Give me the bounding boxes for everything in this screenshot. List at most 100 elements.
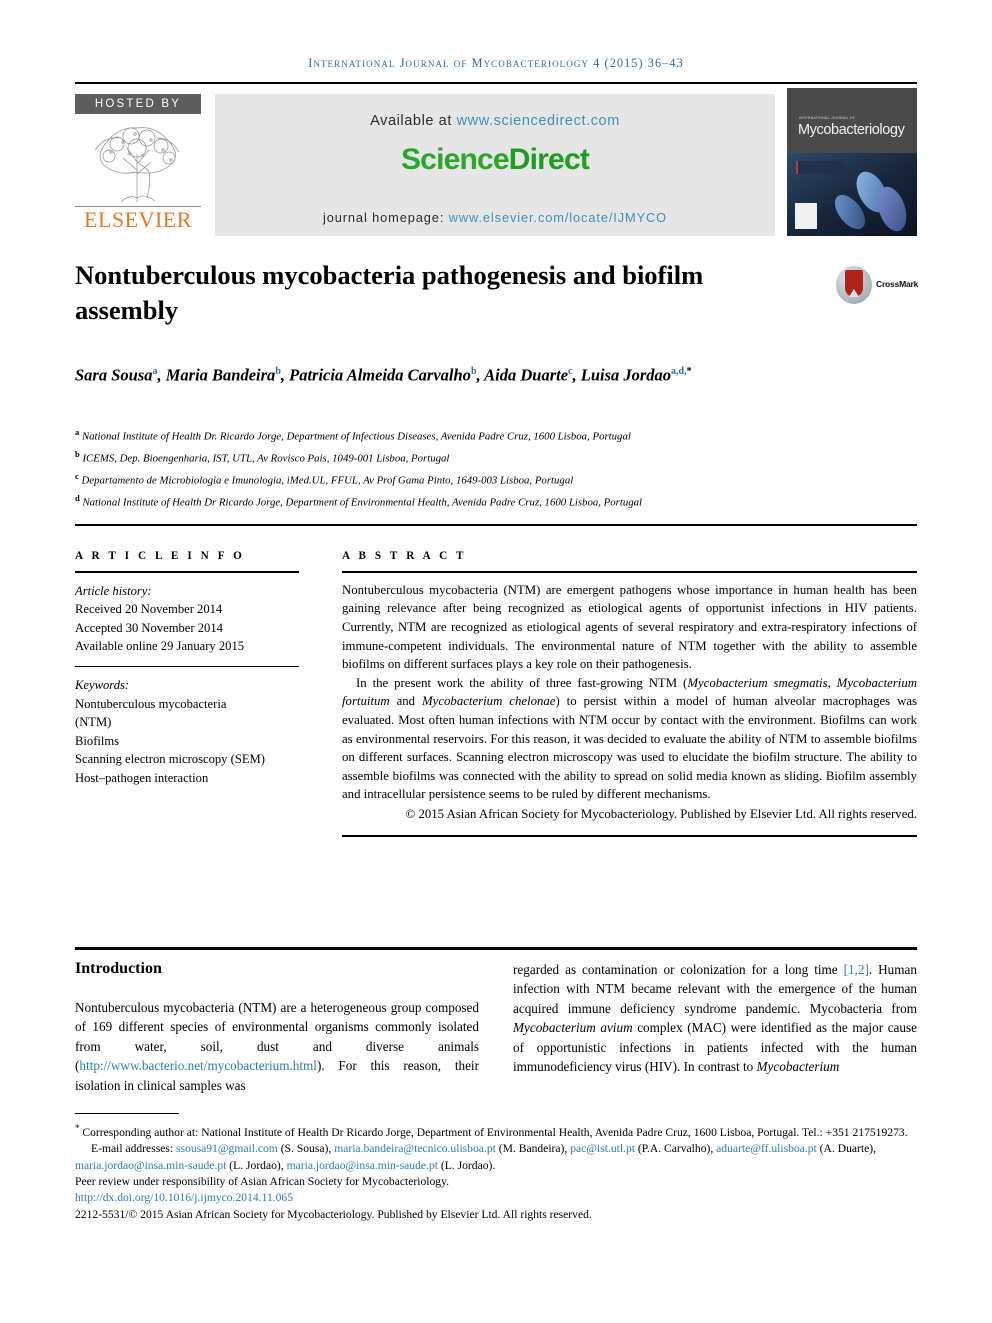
keyword-item: Biofilms [75,733,120,748]
email-addresses-note: E-mail addresses: ssousa91@gmail.com (S.… [75,1141,920,1174]
author-name: Sara Sousa [75,365,153,385]
footnote-block: * Corresponding author at: National Inst… [75,1120,920,1223]
author-name: Aida Duarte [484,365,569,385]
email-label: E-mail addresses: [91,1142,176,1156]
introduction-left-paragraph: Nontuberculous mycobacteria (NTM) are a … [75,998,479,1095]
author-sep: , [572,365,581,385]
paper-page: International Journal of Mycobacteriolog… [0,0,992,1323]
running-head: International Journal of Mycobacteriolog… [308,56,684,70]
abstract-p2-part-d: ) to persist within a model of human alv… [342,694,917,802]
sciencedirect-logo[interactable]: ScienceDirect [215,143,775,177]
species-name-chelonae: Mycobacterium chelonae [422,694,556,709]
abstract-paragraph-2: In the present work the ability of three… [342,674,917,804]
author-sep: , [157,365,166,385]
abstract-body: Nontuberculous mycobacteria (NTM) are em… [342,581,917,824]
author-list: Sara Sousaa, Maria Bandeirab, Patricia A… [75,360,875,388]
affiliation-text: National Institute of Health Dr Ricardo … [82,496,643,509]
elsevier-tree-icon [75,114,201,207]
abstract-p2-part-a: In the present work the ability of three… [356,675,688,690]
abstract-rule [342,571,917,573]
affiliation-marker: c [75,471,79,482]
history-item: Accepted 30 November 2014 [75,620,223,635]
keyword-item: Host–pathogen interaction [75,770,209,785]
species-name-mycobacterium: Mycobacterium [756,1059,840,1075]
article-history-label: Article history: [75,583,152,598]
author-name: Maria Bandeira [165,365,276,385]
author-name: Luisa Jordao [580,365,672,385]
history-item: Received 20 November 2014 [75,602,223,617]
affiliation-text: National Institute of Health Dr. Ricardo… [81,430,631,443]
introduction-right-paragraph: regarded as contamination or colonizatio… [513,960,917,1076]
sciencedirect-logo-direct: Direct [508,143,590,176]
journal-homepage-prefix: journal homepage: [322,210,449,225]
affiliation-marker: b [75,449,80,460]
email-link[interactable]: maria.bandeira@tecnico.ulisboa.pt [334,1142,496,1155]
bacterio-net-link[interactable]: http://www.bacterio.net/mycobacterium.ht… [79,1058,317,1073]
citation-ref-1-2[interactable]: [1,2] [844,962,869,977]
email-owner: (L. Jordao). [437,1158,496,1172]
sciencedirect-link[interactable]: www.sciencedirect.com [457,113,620,129]
email-owner: (A. Duarte), [816,1142,876,1156]
affiliation-divider-rule [75,524,917,526]
affiliation-marker: d [75,493,80,504]
article-info-rule [75,571,299,573]
email-link[interactable]: aduarte@ff.ulisboa.pt [716,1142,817,1155]
journal-homepage-link[interactable]: www.elsevier.com/locate/IJMYCO [449,210,667,225]
affiliation-item: b ICEMS, Dep. Bioengenharia, IST, UTL, A… [75,446,920,468]
corresponding-author-note: * Corresponding author at: National Inst… [75,1120,920,1141]
keywords-block: Keywords: Nontuberculous mycobacteria (N… [75,676,299,787]
corresponding-author-marker: * [686,366,692,377]
available-at-line: Available at www.sciencedirect.com [215,113,775,129]
author-name: Patricia Almeida Carvalho [289,365,471,385]
email-link[interactable]: ssousa91@gmail.com [176,1142,278,1155]
email-link[interactable]: maria.jordao@insa.min-saude.pt [75,1159,226,1172]
header-divider-rule [75,82,917,84]
doi-link[interactable]: http://dx.doi.org/10.1016/j.ijmyco.2014.… [75,1190,920,1206]
species-name-avium: Mycobacterium avium [513,1020,633,1036]
cover-kicker-text: INTERNATIONAL JOURNAL OF [799,116,856,120]
body-divider-rule [75,947,917,950]
keyword-item: Nontuberculous mycobacteria [75,696,227,711]
email-link[interactable]: pac@ist.utl.pt [570,1142,635,1155]
affiliation-item: d National Institute of Health Dr Ricard… [75,490,920,512]
hosted-by-block: HOSTED BY ELSEVIER [75,94,207,236]
affiliation-item: a National Institute of Health Dr. Ricar… [75,424,920,446]
sciencedirect-banner: Available at www.sciencedirect.com Scien… [215,94,775,236]
hosted-by-label: HOSTED BY [75,94,201,114]
available-at-prefix: Available at [370,113,457,129]
author-sep: , [280,365,290,385]
abstract-copyright: © 2015 Asian African Society for Mycobac… [405,806,917,821]
email-owner: (M. Bandeira), [495,1142,571,1156]
introduction-heading: Introduction [75,960,162,977]
abstract-p2-part-c: and [389,694,423,709]
email-owner: (P.A. Carvalho), [635,1142,717,1156]
abstract-heading: A B S T R A C T [342,550,467,562]
elsevier-wordmark: ELSEVIER [84,207,192,232]
abstract-column: A B S T R A C T Nontuberculous mycobacte… [342,550,917,837]
cover-top-panel [787,88,917,153]
crossmark-badge[interactable]: CrossMark [836,266,918,306]
cover-elsevier-logo [795,203,817,229]
keywords-divider-rule [75,665,299,668]
cover-journal-title: Mycobacteriology [798,122,905,138]
crossmark-label: CrossMark [876,279,919,289]
affiliation-item: c Departamento de Microbiologia e Imunol… [75,468,920,490]
journal-cover-thumbnail[interactable]: INTERNATIONAL JOURNAL OF Mycobacteriolog… [787,88,917,236]
affiliation-text: ICEMS, Dep. Bioengenharia, IST, UTL, Av … [82,452,450,465]
affiliation-list: a National Institute of Health Dr. Ricar… [75,424,920,512]
email-owner: (S. Sousa), [277,1142,335,1156]
keyword-item: (NTM) [75,715,112,730]
footnote-divider-rule [75,1113,179,1115]
article-info-heading: A R T I C L E I N F O [75,550,245,562]
email-link[interactable]: maria.jordao@insa.min-saude.pt [287,1159,438,1172]
abstract-bottom-rule [342,834,917,837]
affiliation-text: Departamento de Microbiologia e Imunolog… [81,474,574,487]
species-name-smegmatis: Mycobacterium smegmatis [687,675,828,690]
author-affil-marker: a,d, [671,366,687,377]
article-info-column: A R T I C L E I N F O Article history: R… [75,550,299,787]
author-sep: , [476,365,485,385]
abstract-paragraph-1: Nontuberculous mycobacteria (NTM) are em… [342,582,917,672]
crossmark-notch-icon [849,289,859,297]
peer-review-note: Peer review under responsibility of Asia… [75,1175,450,1189]
sciencedirect-logo-science: Science [400,143,510,176]
